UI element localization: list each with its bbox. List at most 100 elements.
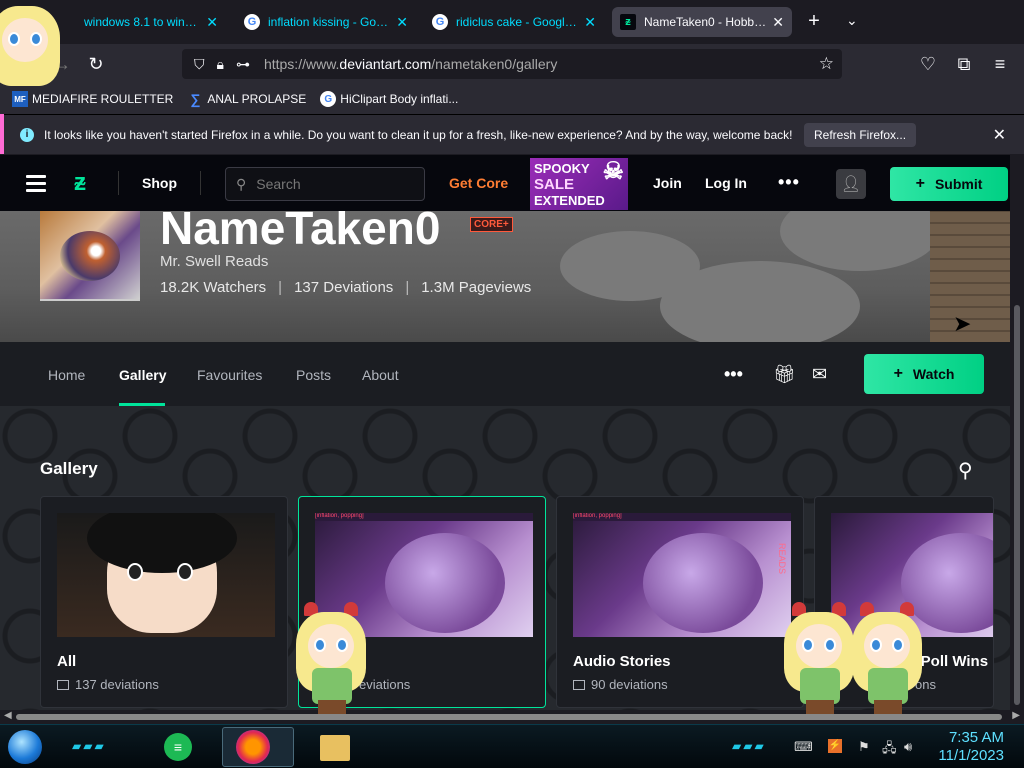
close-icon[interactable]: ✕ (396, 14, 408, 31)
tab-windows[interactable]: windows 8.1 to window ✕ (76, 7, 226, 37)
folder-card-audio-stories[interactable]: [inflation, popping] READS Audio Stories… (556, 496, 804, 708)
close-icon[interactable]: ✕ (993, 125, 1006, 145)
pocket-icon[interactable]: ♡ (918, 54, 938, 75)
join-link[interactable]: Join (653, 175, 682, 191)
bookmark-star-icon[interactable]: ☆ (819, 54, 834, 74)
artwork-image (901, 533, 993, 633)
clock[interactable]: 7:35 AM 11/1/2023 (938, 729, 1004, 765)
divider (200, 171, 201, 195)
mediafire-icon: MF (12, 91, 28, 107)
permissions-icon[interactable]: ⊶ (236, 56, 250, 73)
close-icon[interactable]: ✕ (772, 14, 784, 31)
back-icon[interactable]: ← (14, 54, 34, 75)
thumb-caption: [inflation, popping] (573, 513, 791, 521)
bookmark-2[interactable]: ∑ ANAL PROLAPSE (187, 91, 306, 107)
profile-avatar[interactable] (40, 211, 140, 301)
keyboard-icon[interactable]: ⌨ (794, 739, 813, 755)
deviantart-logo-icon[interactable]: ᵶ (74, 169, 86, 197)
file-explorer-icon[interactable] (320, 735, 350, 761)
close-icon[interactable]: ✕ (206, 14, 218, 31)
notification-bar: i It looks like you haven't started Fire… (0, 114, 1024, 154)
bookmark-hiclipart[interactable]: G HiClipart Body inflati... (320, 91, 458, 107)
more-menu-button[interactable]: ••• (778, 172, 800, 193)
new-tab-button[interactable]: + (802, 10, 826, 33)
scrollbar-thumb[interactable] (1014, 305, 1020, 705)
network-icon[interactable]: 🖧︎ (882, 739, 897, 761)
search-input[interactable]: ⚲ Search (225, 167, 425, 201)
gift-icon[interactable]: 🎁︎ (773, 364, 796, 385)
folder-card-poll-wins[interactable]: z Poll Wins ons (814, 496, 994, 708)
tab-list-button[interactable]: ⌄ (846, 12, 858, 29)
tab-cake[interactable]: G ridiclus cake - Google Se ✕ (424, 7, 604, 37)
more-options-icon[interactable]: ••• (724, 364, 743, 385)
refresh-firefox-button[interactable]: Refresh Firefox... (804, 123, 917, 147)
bookmark-mediafire[interactable]: MF MEDIAFIRE ROULETTER (12, 91, 173, 107)
tab-home[interactable]: Home (48, 367, 85, 383)
tab-title: windows 8.1 to window (84, 15, 201, 29)
shield-icon[interactable]: ⛉ (194, 56, 205, 73)
login-link[interactable]: Log In (705, 175, 747, 191)
folder-thumbnail: [inflation, popping] (315, 513, 533, 637)
firefox-icon[interactable] (236, 730, 270, 764)
start-button-icon[interactable] (8, 730, 42, 764)
thumb-caption: [inflation, popping] (315, 513, 533, 521)
close-icon[interactable]: ✕ (584, 14, 596, 31)
clock-date: 11/1/2023 (938, 747, 1004, 764)
folder-card-all[interactable]: All 137 deviations (40, 496, 288, 708)
url-bar[interactable]: ⛉ 🔒︎ ⊶ https://www.deviantart.com/nameta… (182, 49, 842, 79)
deviations-count[interactable]: 137 Deviations (294, 279, 393, 296)
taskbar-decoration: ▰▰▰ (732, 739, 766, 753)
gallery-title: Gallery (40, 459, 98, 478)
separator: | (405, 279, 410, 296)
vertical-scrollbar[interactable] (1010, 155, 1024, 710)
notification-accent (0, 114, 4, 154)
taskbar-decoration: ▰▰▰ (72, 739, 106, 753)
spooky-sale-banner[interactable]: SPOOKY SALE EXTENDED ☠ (530, 158, 628, 210)
tab-gallery[interactable]: Gallery (119, 367, 166, 383)
submit-label: Submit (934, 176, 983, 192)
scroll-right-icon[interactable]: ▶ (1012, 710, 1020, 721)
thumb-side-text: READS (777, 543, 787, 575)
scroll-left-icon[interactable]: ◀ (4, 710, 12, 721)
shop-link[interactable]: Shop (142, 175, 177, 191)
lock-icon[interactable]: 🔒︎ (217, 56, 224, 73)
extensions-icon[interactable]: ⧉ (954, 54, 974, 75)
volume-icon[interactable]: 🔊︎ (904, 739, 912, 755)
app-tray-icon[interactable]: ⚡ (828, 739, 842, 753)
hamburger-menu-icon[interactable] (26, 175, 46, 196)
tab-deviantart[interactable]: ᵶ NameTaken0 - Hobbyist ✕ (612, 7, 792, 37)
scrollbar-thumb[interactable] (16, 714, 1002, 720)
core-badge[interactable]: CORE+ (470, 217, 513, 232)
watchers-count[interactable]: 18.2K Watchers (160, 279, 266, 296)
get-core-link[interactable]: Get Core (449, 175, 508, 191)
watch-button[interactable]: + Watch (864, 354, 984, 394)
submit-button[interactable]: + Submit (890, 167, 1008, 201)
user-avatar-icon[interactable]: 👤︎ (836, 169, 866, 199)
search-icon[interactable]: ⚲ (958, 458, 973, 483)
sticky-notes-icon[interactable]: ≡ (164, 733, 192, 761)
tab-title: NameTaken0 - Hobbyist (644, 15, 767, 29)
reload-icon[interactable]: ↻ (86, 54, 106, 75)
taskbar: ▰▰▰ ≡ ▰▰▰ ⌨ ⚡ ⚑ 🖧︎ 🔊︎ 7:35 AM 11/1/2023 (0, 724, 1024, 768)
image-icon (57, 679, 69, 690)
folder-card-featured[interactable]: [inflation, popping] ed eviations (298, 496, 546, 708)
skull-icon: ☠ (602, 158, 624, 185)
folder-count: 90 deviations (573, 677, 668, 692)
tab-favourites[interactable]: Favourites (197, 367, 262, 383)
image-icon (573, 679, 585, 690)
tab-title: ridiclus cake - Google Se (456, 15, 579, 29)
tab-about[interactable]: About (362, 367, 399, 383)
da-header: ᵶ Shop ⚲ Search Get Core SPOOKY SALE EXT… (0, 155, 1010, 211)
horizontal-scrollbar[interactable]: ◀ ▶ (0, 710, 1024, 724)
menu-icon[interactable]: ≡ (990, 54, 1010, 75)
watch-label: Watch (912, 366, 955, 382)
profile-tagline: Mr. Swell Reads (160, 253, 269, 270)
tab-title: inflation kissing - Google (268, 15, 391, 29)
flag-icon[interactable]: ⚑ (858, 739, 870, 755)
tab-posts[interactable]: Posts (296, 367, 331, 383)
forward-icon[interactable]: → (52, 54, 72, 75)
tab-inflation[interactable]: G inflation kissing - Google ✕ (236, 7, 416, 37)
mail-icon[interactable]: ✉ (812, 364, 827, 385)
url-text[interactable]: https://www.deviantart.com/nametaken0/ga… (264, 56, 557, 72)
anime-eye (177, 563, 193, 581)
